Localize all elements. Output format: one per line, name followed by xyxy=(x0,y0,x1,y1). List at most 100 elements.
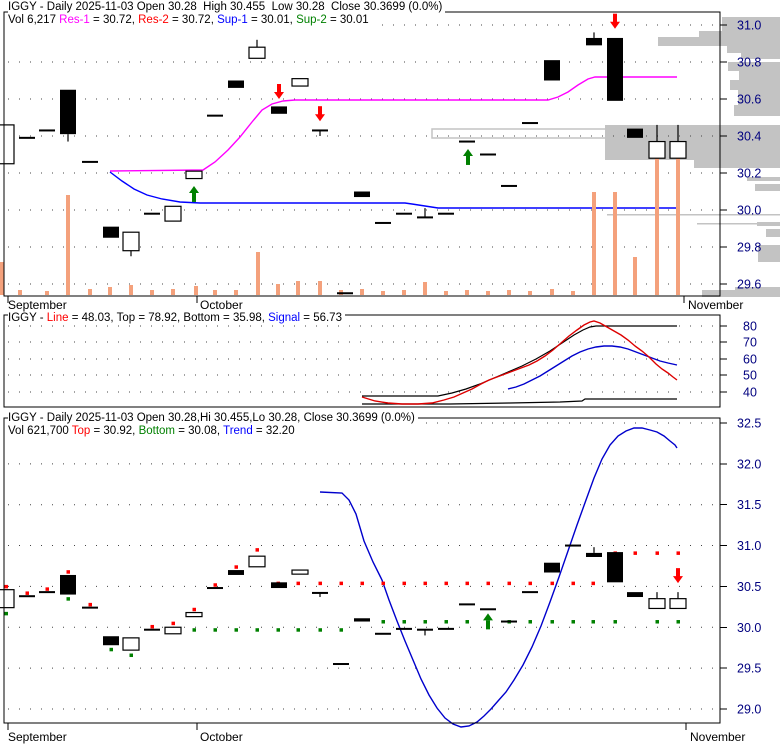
axis-tick-label: 70 xyxy=(743,336,757,350)
candle-up xyxy=(291,78,309,87)
legend-token: Sup-2 xyxy=(296,14,327,26)
legend-token: Signal xyxy=(268,312,301,324)
candle-up xyxy=(122,637,140,651)
panel1-legend: Vol 6,217 Res-1 = 30.72, Res-2 = 30.72, … xyxy=(8,14,372,26)
indicator-dot xyxy=(192,628,196,632)
volume-bar xyxy=(276,284,280,295)
indicator-dot xyxy=(213,583,217,587)
arrow-down-icon xyxy=(673,576,683,584)
volume-bar xyxy=(444,291,448,295)
panel3-title: IGGY - Daily 2025-11-03 Open 30.28,Hi 30… xyxy=(8,412,418,424)
legend-token: = 30.92, xyxy=(90,425,139,437)
charts-canvas[interactable]: 31.0 30.8 30.6 30.4 30.2 30.0 29.8 29.6 80 70 60 50… xyxy=(0,0,780,745)
volume-bar xyxy=(571,291,575,295)
bottom-band-line xyxy=(362,398,677,405)
candle-up xyxy=(648,598,666,610)
candle-down xyxy=(354,618,370,622)
candle-dash xyxy=(144,628,160,631)
candle-dash xyxy=(417,628,433,631)
legend-token: = 30.72, xyxy=(89,14,139,26)
volume-bar xyxy=(296,281,300,295)
indicator-dot xyxy=(4,611,8,616)
volume-bar xyxy=(360,289,364,295)
indicator-dot xyxy=(444,581,448,586)
candle-up xyxy=(248,555,266,568)
volume-profile-line xyxy=(697,223,780,225)
arrow-up-icon xyxy=(483,613,493,621)
volume-bar xyxy=(18,290,22,295)
volume-bar xyxy=(633,257,637,295)
volume-bar xyxy=(381,291,385,295)
indicator-dot xyxy=(296,581,300,586)
candle-dash xyxy=(417,216,433,219)
indicator-dot xyxy=(171,621,175,626)
volume-profile-bar xyxy=(730,80,780,90)
candle-down xyxy=(60,89,76,135)
oscillator-line xyxy=(361,320,678,405)
indicator-dot xyxy=(381,620,385,624)
candle-down xyxy=(627,128,643,138)
panel-border xyxy=(3,314,721,408)
indicator-dot xyxy=(676,620,680,624)
legend-token: = 32.20 xyxy=(252,425,295,437)
candle-dash xyxy=(333,663,349,666)
candle-dash xyxy=(312,591,328,594)
volume-bar xyxy=(171,289,175,295)
indicator-dot xyxy=(465,581,469,586)
volume-profile-bar xyxy=(766,229,780,237)
arrow-down-icon xyxy=(277,84,281,93)
axis-tick-label: 30.6 xyxy=(737,93,761,107)
candle-down xyxy=(271,582,287,589)
volume-bar xyxy=(465,290,469,295)
axis-tick-label: 30.0 xyxy=(737,204,761,218)
candle-dash xyxy=(565,544,581,547)
axis-tick-label: 50 xyxy=(743,369,757,383)
month-label: September xyxy=(8,298,67,312)
indicator-dot xyxy=(213,628,217,632)
candle-up xyxy=(669,140,687,159)
arrow-up-icon xyxy=(189,185,199,193)
volume-profile-bar xyxy=(734,105,780,116)
candle-dash xyxy=(480,608,496,611)
indicator-dot xyxy=(109,647,113,652)
indicator-dot xyxy=(591,581,595,586)
indicator-dot xyxy=(465,620,469,624)
axis-tick-label: 40 xyxy=(743,386,757,400)
indicator-dot xyxy=(402,581,406,586)
indicator-dot xyxy=(571,581,575,586)
axis-tick-label: 30.8 xyxy=(737,56,761,70)
volume-bar xyxy=(613,192,617,295)
oscillator-panel[interactable]: 80 70 60 50 40 xyxy=(3,314,757,408)
candle-dash xyxy=(459,603,475,606)
daily-price-panel[interactable]: 31.0 30.8 30.6 30.4 30.2 30.0 29.8 29.6 xyxy=(0,11,780,297)
volume-bar xyxy=(256,252,260,295)
candle-dash xyxy=(19,136,35,139)
candle-dash xyxy=(459,140,475,143)
panel1-title: IGGY - Daily 2025-11-03 Open 30.28 High … xyxy=(8,1,446,13)
volume-bar xyxy=(108,287,112,295)
volume-profile-bar xyxy=(755,184,780,191)
legend-token: = 30.08, xyxy=(175,425,224,437)
arrow-up-icon xyxy=(463,148,473,156)
legend-token: IGGY - xyxy=(8,312,47,324)
volume-bar xyxy=(528,291,532,295)
volume-bar xyxy=(213,290,217,295)
indicator-dot xyxy=(25,591,29,595)
arrow-down-icon xyxy=(315,114,325,122)
candle-up xyxy=(291,569,309,575)
trend-price-panel[interactable]: 32.5 32.0 31.5 31.0 30.5 30.0 29.5 29.0 xyxy=(0,417,761,728)
legend-token: = 30.01 xyxy=(326,14,369,26)
candle-dash xyxy=(39,591,55,594)
volume-profile-bar xyxy=(739,71,780,80)
candle-up xyxy=(122,231,140,252)
axis-tick-label: 32.0 xyxy=(737,457,761,471)
candle-up xyxy=(164,205,182,222)
indicator-dot xyxy=(402,620,406,624)
candle-up xyxy=(0,124,15,165)
indicator-dot xyxy=(234,628,238,632)
volume-bar xyxy=(0,262,4,295)
indicator-dot xyxy=(676,551,680,555)
arrow-down-icon xyxy=(610,21,620,29)
indicator-dot xyxy=(633,551,637,555)
arrow-up-icon xyxy=(192,192,196,202)
